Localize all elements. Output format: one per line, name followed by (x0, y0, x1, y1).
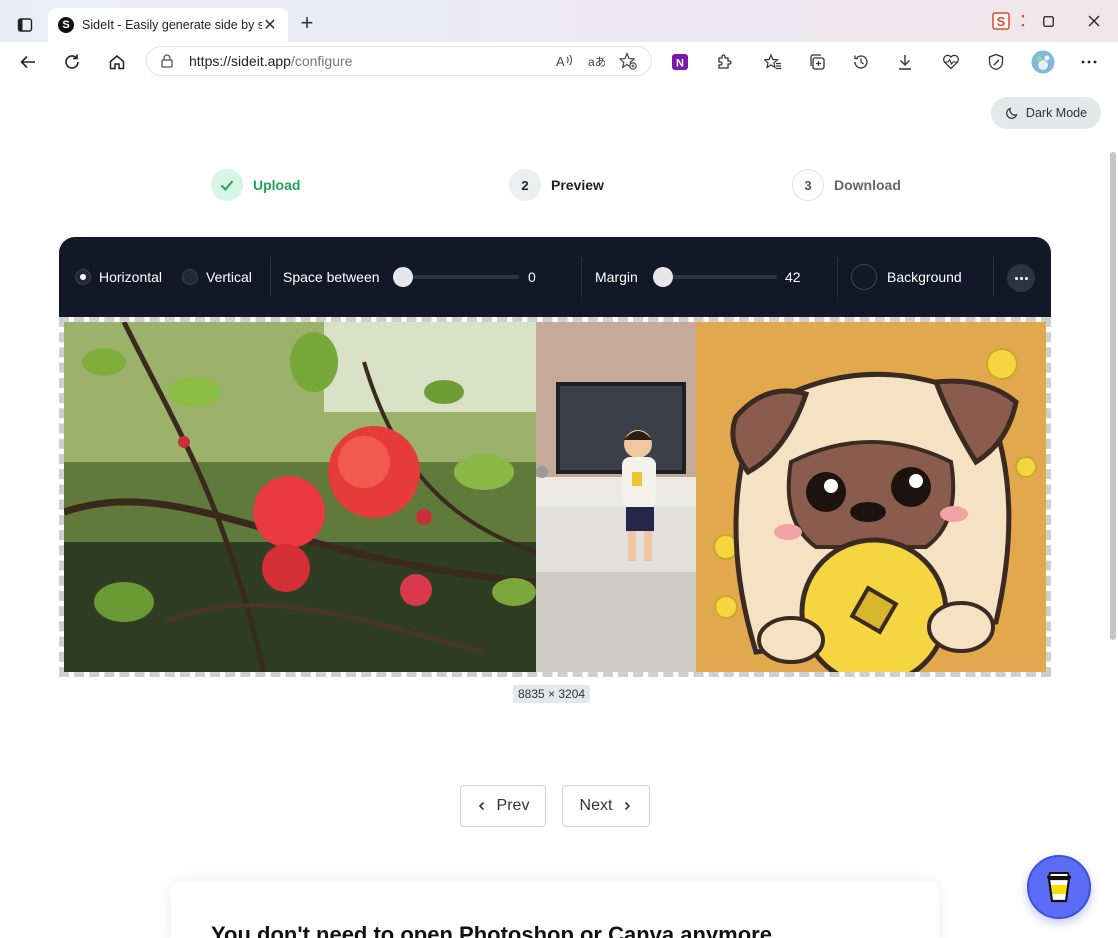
favorites-icon[interactable] (759, 48, 787, 76)
margin-value: 42 (785, 269, 801, 285)
svg-text:A: A (556, 54, 565, 69)
maximize-icon[interactable] (1036, 8, 1060, 34)
window-close-icon[interactable] (1082, 8, 1106, 34)
sideit-favicon-icon: S (58, 17, 74, 33)
preview-image-toddler[interactable] (536, 322, 696, 672)
step-upload[interactable]: Upload (211, 168, 300, 202)
tab-actions-icon[interactable] (10, 10, 40, 40)
svg-text:aあ: aあ (588, 55, 605, 69)
dark-mode-label: Dark Mode (1025, 106, 1088, 120)
background-label: Background (887, 269, 962, 285)
read-aloud-icon[interactable]: A (555, 52, 573, 73)
option-label: Vertical (206, 269, 252, 285)
tab-close-icon[interactable]: ✕ (262, 15, 278, 35)
settings-more-icon[interactable] (1075, 48, 1103, 76)
space-between-slider[interactable] (403, 275, 519, 279)
dark-mode-button[interactable]: Dark Mode (991, 97, 1101, 129)
step-label: Upload (253, 177, 301, 193)
lock-icon (161, 54, 173, 68)
preview-image-pug[interactable] (696, 322, 1046, 672)
step-number: 2 (509, 169, 541, 201)
coffee-cup-icon (1047, 872, 1071, 903)
url-path: /configure (290, 53, 353, 69)
output-dimensions-badge: 8835 × 3204 (513, 685, 591, 703)
step-number: 3 (792, 169, 824, 201)
option-label: Horizontal (99, 269, 163, 285)
address-actions: A aあ (555, 51, 637, 73)
space-between-value: 0 (528, 269, 536, 285)
refresh-icon[interactable] (58, 48, 86, 76)
back-icon[interactable] (14, 48, 42, 76)
feature-card: You don't need to open Photoshop or Canv… (171, 882, 939, 938)
divider (837, 257, 838, 297)
divider (581, 257, 582, 297)
background-option[interactable]: Background (851, 264, 962, 290)
profile-avatar-icon[interactable] (1029, 48, 1057, 76)
new-tab-icon[interactable]: + (295, 12, 319, 36)
extension-s-icon[interactable]: S (990, 8, 1012, 34)
step-label: Download (834, 177, 901, 193)
prev-label: Prev (496, 797, 530, 814)
extension-status-icon: ▪ ▪ (1021, 11, 1025, 30)
browser-toolbar: https://sideit.app/configure A aあ N (0, 42, 1118, 81)
chevron-left-icon (478, 801, 484, 811)
step-label: Preview (551, 177, 604, 193)
preview-canvas (59, 317, 1051, 677)
svg-text:N: N (676, 58, 684, 70)
divider (993, 257, 994, 297)
url-text: https://sideit.app/configure (189, 53, 352, 69)
editor-toolbar: Horizontal Vertical Space between 0 Marg… (59, 237, 1051, 317)
buy-me-a-coffee-button[interactable] (1027, 855, 1091, 919)
radio-unselected[interactable] (182, 269, 198, 285)
layout-horizontal-option[interactable]: Horizontal (75, 267, 162, 287)
more-options-icon[interactable] (1007, 264, 1035, 292)
check-icon (211, 169, 243, 201)
page-scrollbar[interactable] (1110, 152, 1116, 640)
edit-shield-icon[interactable] (982, 48, 1010, 76)
moon-icon (1006, 107, 1018, 119)
chevron-right-icon (625, 801, 631, 811)
step-preview[interactable]: 2 Preview (509, 168, 604, 202)
margin-label: Margin (595, 269, 638, 285)
tab-strip: S SideIt - Easily generate side by side … (0, 0, 1118, 42)
collections-icon[interactable] (803, 48, 831, 76)
margin-slider[interactable] (663, 275, 777, 279)
space-between-label: Space between (283, 269, 380, 285)
next-label: Next (579, 797, 613, 814)
radio-selected[interactable] (75, 269, 91, 285)
step-download[interactable]: 3 Download (792, 168, 901, 202)
onenote-icon[interactable]: N (666, 48, 694, 76)
background-color-swatch[interactable] (851, 264, 877, 290)
feature-headline: You don't need to open Photoshop or Canv… (211, 922, 772, 938)
address-bar[interactable]: https://sideit.app/configure A aあ (146, 46, 652, 76)
extensions-icon[interactable] (711, 48, 739, 76)
divider (270, 257, 271, 297)
next-button[interactable]: Next (562, 785, 650, 827)
home-icon[interactable] (103, 48, 131, 76)
space-between-slider-handle[interactable] (393, 267, 413, 287)
url-host: https://sideit.app (189, 53, 291, 69)
layout-vertical-option[interactable]: Vertical (182, 267, 252, 287)
margin-slider-handle[interactable] (653, 267, 673, 287)
prev-button[interactable]: Prev (460, 785, 546, 827)
health-icon[interactable] (937, 48, 965, 76)
browser-chrome: S SideIt - Easily generate side by side … (0, 0, 1118, 81)
history-icon[interactable] (847, 48, 875, 76)
favorite-add-icon[interactable] (618, 51, 637, 73)
browser-tab[interactable]: S SideIt - Easily generate side by side … (48, 8, 288, 42)
svg-text:S: S (997, 14, 1006, 29)
tab-title: SideIt - Easily generate side by side (82, 18, 262, 32)
translate-icon[interactable]: aあ (587, 52, 607, 73)
downloads-icon[interactable] (891, 48, 919, 76)
preview-image-flowers[interactable] (64, 322, 536, 672)
